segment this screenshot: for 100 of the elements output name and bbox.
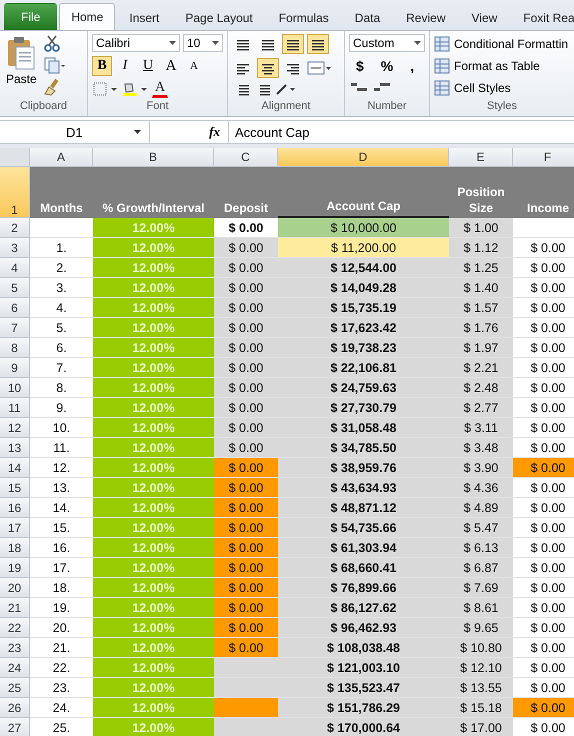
increase-decimal-icon[interactable] [349,80,369,94]
table-cell: $ 0.00 [214,578,278,598]
ribbon-tab[interactable]: Insert [117,5,172,30]
formula-field[interactable]: Account Cap [228,121,574,143]
row-header[interactable]: 24 [0,658,30,678]
table-cell: $ 17,623.42 [278,318,449,338]
grow-font-button[interactable]: A [161,56,181,76]
row-header[interactable]: 5 [0,278,30,298]
align-icon[interactable] [286,37,300,51]
row-header[interactable]: 9 [0,358,30,378]
table-styles-icon[interactable] [434,58,450,74]
dropdown-icon[interactable] [169,41,176,45]
row-header[interactable]: 18 [0,538,30,558]
number-format-button[interactable]: , [403,56,422,76]
align-button[interactable] [282,34,304,54]
row-header[interactable]: 27 [0,718,30,736]
table-cell: 12.00% [93,518,214,538]
ribbon-tab[interactable]: View [460,5,510,30]
font-style-button[interactable]: I [115,56,135,76]
row-header[interactable]: 14 [0,458,30,478]
column-header[interactable]: C [214,148,278,167]
row-header[interactable]: 10 [0,378,30,398]
row-header[interactable]: 16 [0,498,30,518]
row-header[interactable]: 2 [0,218,30,238]
ribbon-tab[interactable]: Formulas [266,5,341,30]
scissors-icon[interactable] [42,34,61,52]
dropdown-icon[interactable] [134,130,141,134]
table-styles-icon[interactable] [434,80,450,96]
number-format-button[interactable]: % [374,56,400,76]
align-button[interactable] [257,58,279,78]
row-header[interactable]: 1 [0,167,30,218]
number-format-field[interactable]: Custom [349,34,425,52]
table-cell: $ 1.40 [449,278,513,298]
align-icon[interactable] [236,61,250,75]
align-icon[interactable] [261,61,275,75]
table-cell: 12.00% [93,358,214,378]
dropdown-icon[interactable] [212,41,219,45]
align-icon[interactable] [261,37,275,51]
align-icon[interactable] [236,37,250,51]
column-header[interactable]: F [513,148,574,167]
styles-menu-button[interactable]: Conditional Formattin [434,34,568,54]
number-format-button[interactable]: $ [349,56,371,76]
shrink-font-button[interactable]: A [184,56,204,76]
merge-icon[interactable] [307,60,331,76]
table-cell: $ 17.00 [449,718,513,736]
insert-function-button[interactable]: fx [150,124,228,140]
row-header[interactable]: 23 [0,638,30,658]
row-header[interactable]: 6 [0,298,30,318]
row-header[interactable]: 8 [0,338,30,358]
table-cell: $ 151,786.29 [278,698,449,718]
table-cell: $ 11,200.00 [278,238,449,258]
row-header[interactable]: 21 [0,598,30,618]
table-cell: 12.00% [93,638,214,658]
column-header[interactable]: E [449,148,513,167]
fill-bucket-icon[interactable] [121,81,149,97]
font-color-button[interactable]: A [152,80,168,98]
styles-menu-button[interactable]: Format as Table [434,56,568,76]
group-label: Number [366,100,408,114]
row-header[interactable]: 22 [0,618,30,638]
wrap-text-icon[interactable] [311,37,325,51]
name-box[interactable]: D1 [0,121,150,143]
row-header[interactable]: 15 [0,478,30,498]
table-cell: 12.00% [93,378,214,398]
table-cell: $ 0.00 [214,558,278,578]
align-button[interactable] [307,34,329,54]
row-header[interactable]: 3 [0,238,30,258]
row-header[interactable]: 12 [0,418,30,438]
align-icon[interactable] [286,61,300,75]
column-header[interactable]: D [278,148,449,167]
table-styles-icon[interactable] [434,36,450,52]
ribbon-tab[interactable]: File [4,3,58,30]
row-header[interactable]: 25 [0,678,30,698]
borders-icon[interactable] [92,81,118,97]
font-name-field[interactable]: Calibri [92,34,180,52]
ribbon-tab[interactable]: Page Layout [173,5,265,30]
row-header[interactable]: 17 [0,518,30,538]
copy-icon[interactable] [42,56,65,74]
styles-menu-button[interactable]: Cell Styles [434,78,568,98]
column-header[interactable]: A [30,148,93,167]
row-header[interactable]: 13 [0,438,30,458]
ribbon-tab[interactable]: Data [342,5,392,30]
font-style-button[interactable]: B [92,56,112,76]
column-header[interactable]: B [93,148,214,167]
row-header[interactable]: 26 [0,698,30,718]
table-cell: $ 0.00 [214,518,278,538]
table-cell: $ 0.00 [214,318,278,338]
orientation-icon[interactable] [274,82,296,96]
dropdown-icon[interactable] [414,41,421,45]
ribbon-tab[interactable]: Review [394,5,458,30]
row-header[interactable]: 7 [0,318,30,338]
row-header[interactable]: 11 [0,398,30,418]
row-header[interactable]: 19 [0,558,30,578]
decrease-decimal-icon[interactable] [372,80,392,94]
font-style-button[interactable]: U [138,56,158,76]
ribbon-tab[interactable]: Home [59,3,116,30]
row-header[interactable]: 4 [0,258,30,278]
font-size-field[interactable]: 10 [183,34,223,52]
paste-button[interactable]: Paste [4,34,39,100]
row-header[interactable]: 20 [0,578,30,598]
table-cell: $ 4.36 [449,478,513,498]
